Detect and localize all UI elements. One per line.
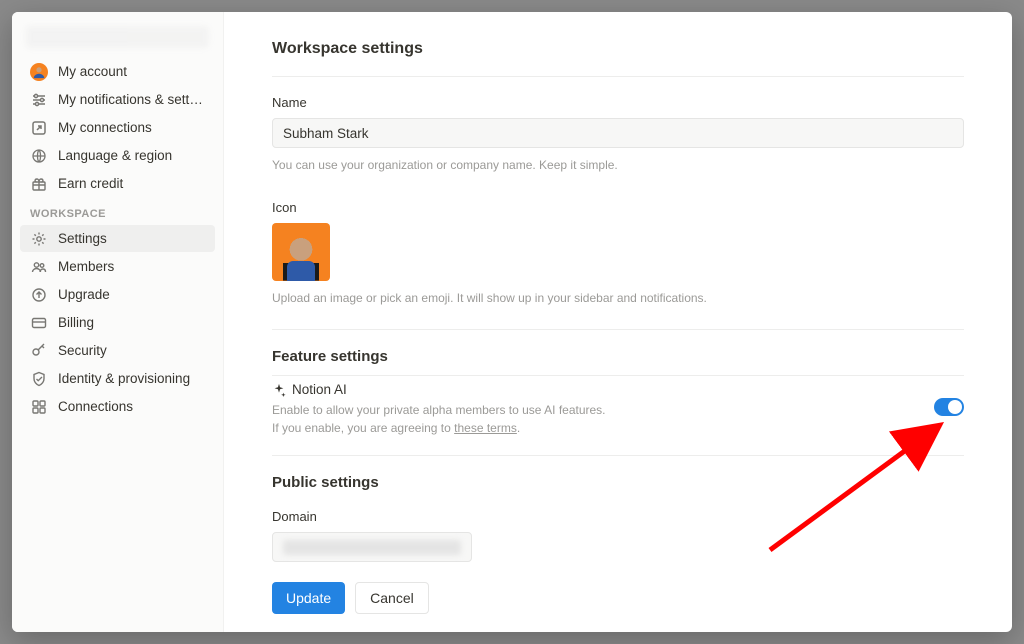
feature-desc-line2: If you enable, you are agreeing to these… <box>272 419 884 437</box>
sidebar-item-label: Upgrade <box>58 287 205 302</box>
settings-modal: My account My notifications & settings M… <box>12 12 1012 632</box>
domain-label: Domain <box>272 509 964 524</box>
arrow-up-right-square-icon <box>30 119 48 137</box>
credit-card-icon <box>30 314 48 332</box>
sidebar-item-identity-provisioning[interactable]: Identity & provisioning <box>20 365 215 392</box>
action-buttons: Update Cancel <box>272 582 964 614</box>
workspace-icon-picker[interactable] <box>272 223 330 281</box>
gift-icon <box>30 175 48 193</box>
settings-sidebar: My account My notifications & settings M… <box>12 12 224 632</box>
update-button[interactable]: Update <box>272 582 345 614</box>
feature-name-row: Notion AI <box>272 382 884 397</box>
sidebar-item-label: Connections <box>58 399 205 414</box>
sidebar-item-my-connections[interactable]: My connections <box>20 114 215 141</box>
public-settings-heading: Public settings <box>272 474 964 491</box>
settings-main: Workspace settings Name You can use your… <box>224 12 1012 632</box>
separator <box>272 329 964 330</box>
icon-help: Upload an image or pick an emoji. It wil… <box>272 289 964 307</box>
feature-name-text: Notion AI <box>292 382 347 397</box>
people-icon <box>30 258 48 276</box>
name-help: You can use your organization or company… <box>272 156 964 174</box>
sidebar-item-label: Identity & provisioning <box>58 371 205 386</box>
name-label: Name <box>272 95 964 110</box>
sidebar-item-upgrade[interactable]: Upgrade <box>20 281 215 308</box>
terms-link[interactable]: these terms <box>454 421 517 435</box>
feature-settings-heading: Feature settings <box>272 348 964 365</box>
shield-check-icon <box>30 370 48 388</box>
feature-notion-ai: Notion AI Enable to allow your private a… <box>272 382 964 437</box>
account-email-blurred <box>26 26 209 48</box>
gear-icon <box>30 230 48 248</box>
sidebar-item-members[interactable]: Members <box>20 253 215 280</box>
icon-label: Icon <box>272 200 964 215</box>
sidebar-item-language-region[interactable]: Language & region <box>20 142 215 169</box>
sidebar-item-settings[interactable]: Settings <box>20 225 215 252</box>
notion-ai-toggle[interactable] <box>934 398 964 416</box>
sliders-icon <box>30 91 48 109</box>
sidebar-item-security[interactable]: Security <box>20 337 215 364</box>
domain-input[interactable] <box>272 532 472 562</box>
page-title: Workspace settings <box>272 40 964 58</box>
separator <box>272 76 964 77</box>
key-icon <box>30 342 48 360</box>
sidebar-item-label: Members <box>58 259 205 274</box>
sidebar-item-label: My connections <box>58 120 205 135</box>
sidebar-section-workspace: WORKSPACE <box>18 198 217 224</box>
sidebar-item-label: Security <box>58 343 205 358</box>
workspace-name-input[interactable] <box>272 118 964 148</box>
sidebar-item-earn-credit[interactable]: Earn credit <box>20 170 215 197</box>
sidebar-item-label: Earn credit <box>58 176 205 191</box>
sidebar-item-label: My notifications & settings <box>58 92 205 107</box>
sparkle-icon <box>272 383 286 397</box>
domain-value-blurred <box>283 540 461 555</box>
sidebar-item-label: Billing <box>58 315 205 330</box>
separator <box>272 455 964 456</box>
cancel-button[interactable]: Cancel <box>355 582 429 614</box>
sidebar-item-connections[interactable]: Connections <box>20 393 215 420</box>
grid-icon <box>30 398 48 416</box>
separator <box>272 375 964 376</box>
sidebar-item-my-notifications[interactable]: My notifications & settings <box>20 86 215 113</box>
sidebar-item-label: My account <box>58 64 205 79</box>
sidebar-item-billing[interactable]: Billing <box>20 309 215 336</box>
globe-icon <box>30 147 48 165</box>
avatar-icon <box>30 63 48 81</box>
sidebar-item-label: Settings <box>58 231 205 246</box>
feature-desc-line1: Enable to allow your private alpha membe… <box>272 401 884 419</box>
arrow-up-circle-icon <box>30 286 48 304</box>
sidebar-item-my-account[interactable]: My account <box>20 58 215 85</box>
sidebar-item-label: Language & region <box>58 148 205 163</box>
